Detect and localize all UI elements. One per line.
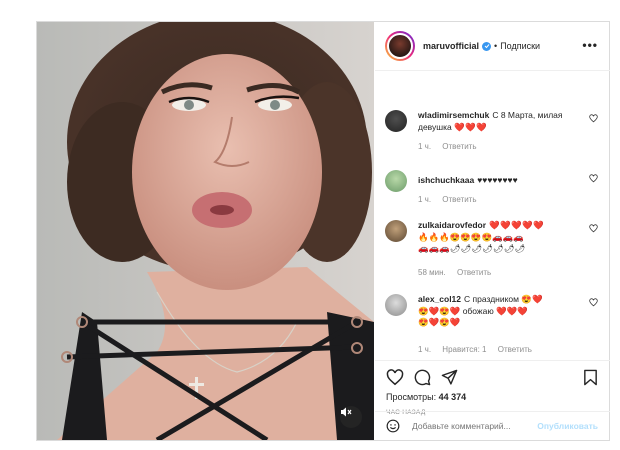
comment-text: ishchuchkaaa ♥♥♥♥♥♥♥♥ — [418, 175, 578, 187]
comment-meta: 1 ч. Ответить — [418, 195, 486, 204]
comment-emoji-row: 🚗🚗🚗🌶🌶🌶🌶🌶🌶🌶 — [418, 243, 526, 253]
comment-time[interactable]: 1 ч. — [418, 195, 431, 204]
post-modal: maruvofficial • Подписки ••• wladimirsem… — [36, 21, 610, 441]
post-header: maruvofficial • Подписки ••• — [375, 22, 610, 71]
mute-button[interactable] — [340, 406, 362, 428]
commenter-avatar[interactable] — [385, 110, 407, 132]
comment-button[interactable] — [414, 369, 431, 387]
like-comment-heart-icon[interactable] — [589, 174, 598, 183]
comment-emojis: ❤️❤️❤️ — [454, 121, 488, 132]
reply-button[interactable]: Ответить — [457, 268, 491, 277]
author-username[interactable]: maruvofficial — [423, 41, 479, 51]
comment-bubble-icon — [414, 369, 431, 386]
video-frame-image — [37, 22, 374, 440]
comment-time[interactable]: 1 ч. — [418, 142, 431, 151]
reply-button[interactable]: Ответить — [442, 195, 476, 204]
comment-meta: 1 ч. Ответить — [418, 142, 486, 151]
bookmark-icon — [584, 369, 597, 386]
views-count[interactable]: Просмотры: 44 374 — [386, 392, 466, 402]
comment-likes[interactable]: Нравится: 1 — [442, 345, 486, 354]
views-value: 44 374 — [438, 392, 467, 402]
smiley-icon[interactable] — [386, 419, 400, 433]
reply-button[interactable]: Ответить — [442, 142, 476, 151]
commenter-avatar[interactable] — [385, 170, 407, 192]
comment-emojis: ♥♥♥♥♥♥♥♥ — [477, 175, 518, 185]
post-side-panel: maruvofficial • Подписки ••• wladimirsem… — [375, 22, 610, 440]
speaker-muted-icon — [341, 407, 352, 417]
separator-dot: • — [494, 41, 498, 51]
commenter-avatar[interactable] — [385, 220, 407, 242]
post-video[interactable] — [37, 22, 374, 440]
more-options-icon[interactable]: ••• — [582, 38, 598, 52]
comment-meta: 58 мин. Ответить — [418, 268, 500, 277]
comment-username[interactable]: wladimirsemchuk — [418, 110, 489, 120]
comment-message: С праздником — [464, 294, 519, 304]
comment-username[interactable]: zulkaidarovfedor — [418, 220, 486, 230]
following-button[interactable]: Подписки — [500, 41, 540, 51]
comment-emoji-row: 🔥🔥🔥😍😍😍😍🚗🚗🚗 — [418, 231, 524, 242]
like-comment-heart-icon[interactable] — [589, 298, 598, 307]
like-button[interactable] — [386, 369, 404, 387]
comment-input[interactable] — [412, 419, 532, 433]
comment-emoji-row: 😍❤️😍❤️ — [418, 317, 461, 327]
author-avatar[interactable] — [385, 31, 415, 61]
action-icons — [386, 369, 458, 387]
comment-text: zulkaidarovfedor ❤️❤️❤️❤️❤️ 🔥🔥🔥😍😍😍😍🚗🚗🚗 🚗🚗… — [418, 220, 578, 255]
comment-emojis: 😍❤️ — [521, 294, 543, 304]
comment-meta: 1 ч. Нравится: 1 Ответить — [418, 345, 541, 354]
comments-list[interactable]: wladimirsemchuk С 8 Марта, милая девушка … — [375, 72, 610, 360]
save-button[interactable] — [583, 369, 598, 391]
comment-time[interactable]: 58 мин. — [418, 268, 446, 277]
commenter-avatar[interactable] — [385, 294, 407, 316]
reply-button[interactable]: Ответить — [498, 345, 532, 354]
views-label: Просмотры: — [386, 392, 437, 402]
publish-button[interactable]: Опубликовать — [537, 421, 598, 431]
comment-username[interactable]: ishchuchkaaa — [418, 175, 474, 185]
comment-emojis: ❤️❤️❤️❤️❤️ — [489, 220, 545, 230]
like-comment-heart-icon[interactable] — [589, 114, 598, 123]
like-comment-heart-icon[interactable] — [589, 224, 598, 233]
heart-icon — [386, 369, 404, 386]
verified-badge-icon — [482, 41, 492, 51]
comment-text: alex_col12 С праздником 😍❤️ 😍❤️😍❤️ обожаю… — [418, 294, 578, 329]
share-button[interactable] — [441, 369, 458, 387]
paper-plane-icon — [441, 369, 458, 385]
comment-time[interactable]: 1 ч. — [418, 345, 431, 354]
comment-composer: Опубликовать — [375, 411, 610, 440]
comment-text: wladimirsemchuk С 8 Марта, милая девушка … — [418, 110, 578, 133]
comment-emoji-row: 😍❤️😍❤️ обожаю ❤️❤️❤️ — [418, 305, 528, 316]
comment-username[interactable]: alex_col12 — [418, 294, 461, 304]
